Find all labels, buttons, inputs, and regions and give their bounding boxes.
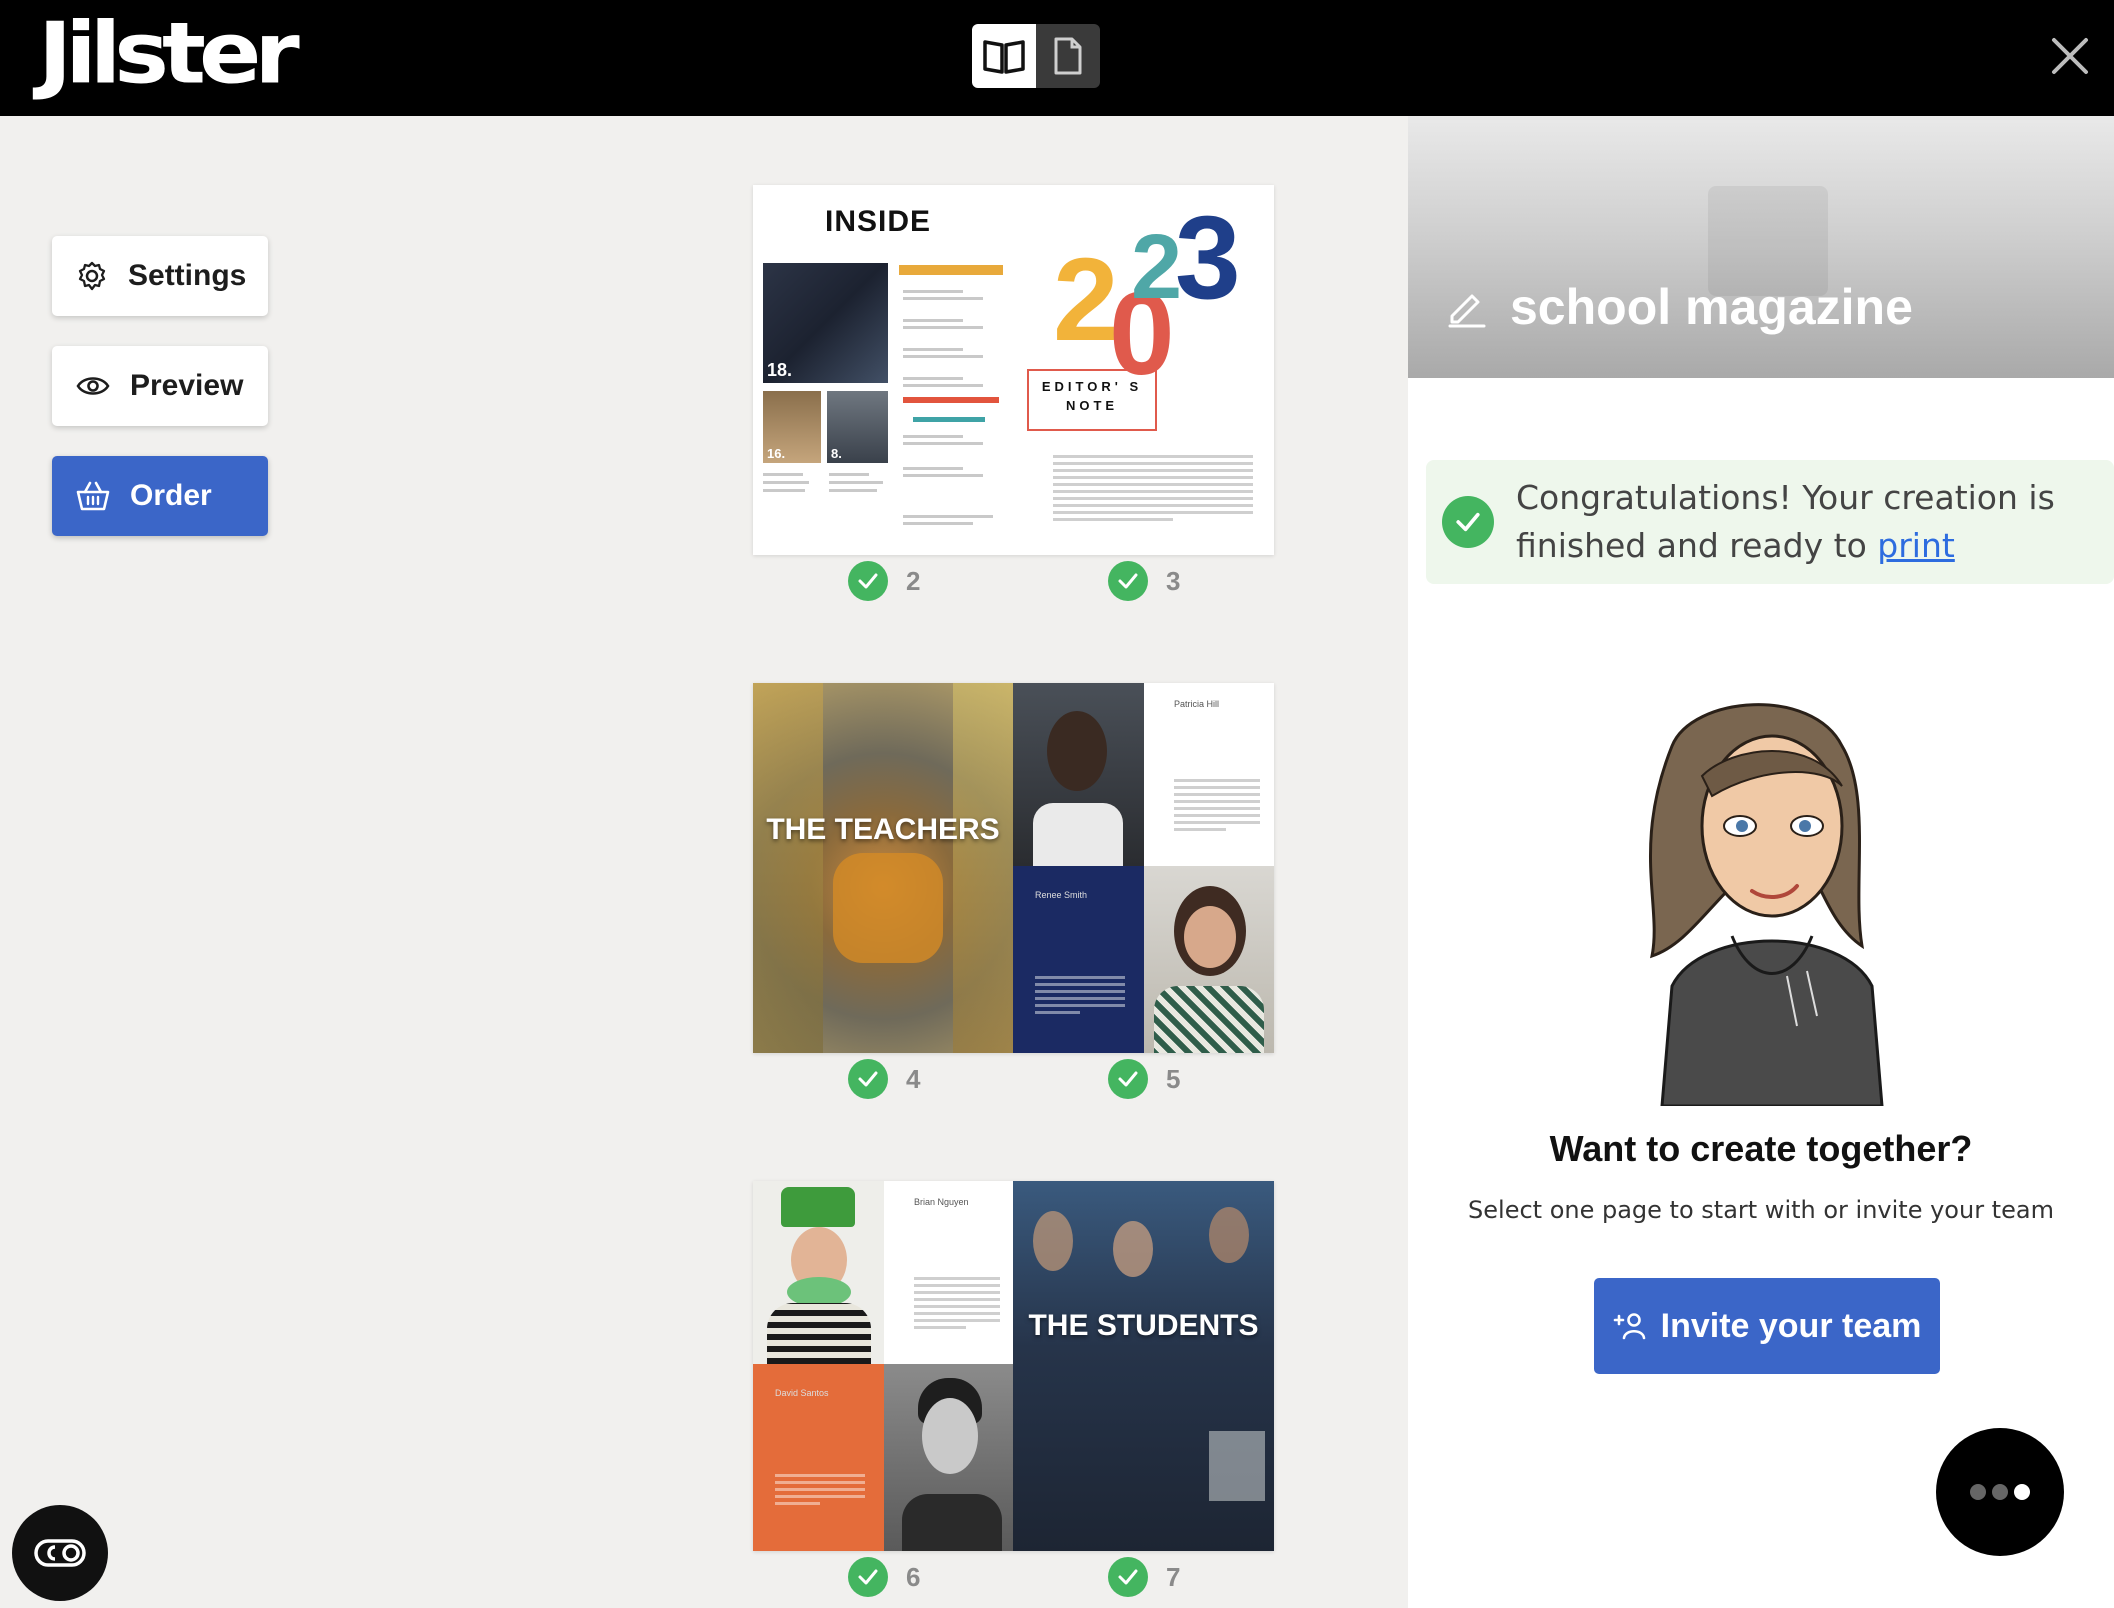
page-4-thumbnail[interactable]: THE TEACHERS bbox=[753, 683, 1013, 1053]
name-patricia: Patricia Hill bbox=[1174, 699, 1220, 709]
order-label: Order bbox=[130, 479, 212, 512]
spread-pages-6-7[interactable]: Brian Nguyen David Santos THE STUDENTS bbox=[753, 1181, 1274, 1551]
preview-button[interactable]: Preview bbox=[52, 346, 268, 426]
accessibility-button[interactable] bbox=[12, 1505, 108, 1601]
photo-number-18: 18. bbox=[767, 360, 793, 380]
project-header: school magazine bbox=[1408, 116, 2114, 378]
print-link[interactable]: print bbox=[1877, 526, 1955, 565]
check-icon bbox=[1108, 1059, 1148, 1099]
check-icon bbox=[1442, 496, 1494, 548]
page-6-label: 6 bbox=[848, 1557, 920, 1597]
settings-label: Settings bbox=[128, 259, 247, 292]
gear-icon bbox=[78, 261, 106, 291]
inside-title: INSIDE bbox=[825, 205, 932, 238]
students-title: THE STUDENTS bbox=[1028, 1309, 1259, 1342]
photo-portrait-2 bbox=[1144, 866, 1274, 1053]
bio-patricia: Patricia Hill bbox=[1144, 683, 1274, 866]
view-mode-toggle bbox=[972, 24, 1100, 88]
page-2-thumbnail[interactable]: INSIDE 18. 16. 8. bbox=[753, 185, 1013, 555]
page-3-thumbnail[interactable]: 2 0 2 3 EDITOR' S NOTE bbox=[1013, 185, 1274, 555]
collab-subtitle: Select one page to start with or invite … bbox=[1468, 1196, 2054, 1224]
bio-david: David Santos bbox=[753, 1364, 884, 1551]
bio-renee: Renee Smith bbox=[1013, 866, 1144, 1053]
toc-header-bar bbox=[899, 265, 1003, 275]
add-user-icon bbox=[1613, 1313, 1645, 1340]
page-number: 6 bbox=[906, 1561, 921, 1592]
photo-game-night: 18. bbox=[763, 263, 888, 383]
photo-number-8: 8. bbox=[831, 446, 842, 461]
close-icon[interactable] bbox=[2048, 34, 2092, 78]
jilster-logo[interactable]: Jilster bbox=[38, 8, 300, 100]
toc-highlight-teal bbox=[913, 417, 985, 422]
dot-icon bbox=[2014, 1484, 2030, 1500]
check-icon bbox=[1108, 1557, 1148, 1597]
spread-pages-2-3[interactable]: INSIDE 18. 16. 8. 2 0 2 3 EDITOR' S NOTE bbox=[753, 185, 1274, 555]
dot-icon bbox=[1992, 1484, 2008, 1500]
spread-view-button[interactable] bbox=[972, 24, 1036, 88]
eye-icon bbox=[76, 377, 110, 395]
single-page-icon bbox=[1054, 37, 1082, 75]
check-icon bbox=[848, 1557, 888, 1597]
project-title[interactable]: school magazine bbox=[1510, 278, 1913, 336]
page-number: 5 bbox=[1166, 1063, 1181, 1094]
name-brian: Brian Nguyen bbox=[914, 1197, 969, 1207]
settings-button[interactable]: Settings bbox=[52, 236, 268, 316]
accessibility-toggle-icon bbox=[34, 1539, 86, 1567]
invite-team-button[interactable]: Invite your team bbox=[1594, 1278, 1940, 1374]
page-4-label: 4 bbox=[848, 1059, 920, 1099]
project-title-row[interactable]: school magazine bbox=[1446, 278, 1913, 336]
year-digit-3: 3 bbox=[1175, 192, 1241, 324]
photo-portrait-1 bbox=[1013, 683, 1144, 866]
page-3-label: 3 bbox=[1108, 561, 1180, 601]
page-7-thumbnail[interactable]: THE STUDENTS bbox=[1013, 1181, 1274, 1551]
spread-pages-4-5[interactable]: THE TEACHERS Patricia Hill Renee Smith bbox=[753, 683, 1274, 1053]
name-david: David Santos bbox=[775, 1388, 829, 1398]
photo-number-16: 16. bbox=[767, 446, 786, 461]
dot-icon bbox=[1970, 1484, 1986, 1500]
basket-icon bbox=[76, 481, 110, 511]
congrats-text: Congratulations! Your creation is finish… bbox=[1516, 478, 2055, 565]
bio-brian: Brian Nguyen bbox=[884, 1181, 1013, 1364]
top-bar: Jilster bbox=[0, 0, 2114, 116]
collab-title: Want to create together? bbox=[1549, 1128, 1973, 1169]
single-page-view-button[interactable] bbox=[1036, 24, 1100, 88]
page-5-label: 5 bbox=[1108, 1059, 1180, 1099]
check-icon bbox=[1108, 561, 1148, 601]
pencil-icon[interactable] bbox=[1446, 286, 1488, 328]
toc-highlight-red bbox=[903, 397, 999, 403]
page-number: 7 bbox=[1166, 1561, 1181, 1592]
project-panel: school magazine Congratulations! Your cr… bbox=[1408, 116, 2114, 1608]
preview-label: Preview bbox=[130, 369, 244, 402]
photo-school-life: 16. bbox=[763, 391, 821, 463]
name-renee: Renee Smith bbox=[1035, 890, 1088, 900]
editors-note: EDITOR' S NOTE bbox=[1027, 369, 1157, 431]
photo-portrait-bw bbox=[884, 1364, 1013, 1551]
check-icon bbox=[848, 561, 888, 601]
order-button[interactable]: Order bbox=[52, 456, 268, 536]
photo-interviews: 8. bbox=[827, 391, 888, 463]
invite-team-label: Invite your team bbox=[1660, 1306, 1922, 1345]
success-message: Congratulations! Your creation is finish… bbox=[1426, 460, 2114, 584]
page-number: 4 bbox=[906, 1063, 921, 1094]
page-number: 3 bbox=[1166, 565, 1181, 596]
photo-green-hat bbox=[753, 1181, 884, 1364]
teachers-title: THE TEACHERS bbox=[766, 813, 1000, 846]
avatar-illustration bbox=[1648, 703, 1884, 1106]
page-number: 2 bbox=[906, 565, 921, 596]
page-2-label: 2 bbox=[848, 561, 920, 601]
editors-note-text bbox=[1053, 455, 1253, 525]
check-icon bbox=[848, 1059, 888, 1099]
open-book-icon bbox=[983, 40, 1025, 74]
page-7-label: 7 bbox=[1108, 1557, 1180, 1597]
chat-button[interactable] bbox=[1936, 1428, 2064, 1556]
